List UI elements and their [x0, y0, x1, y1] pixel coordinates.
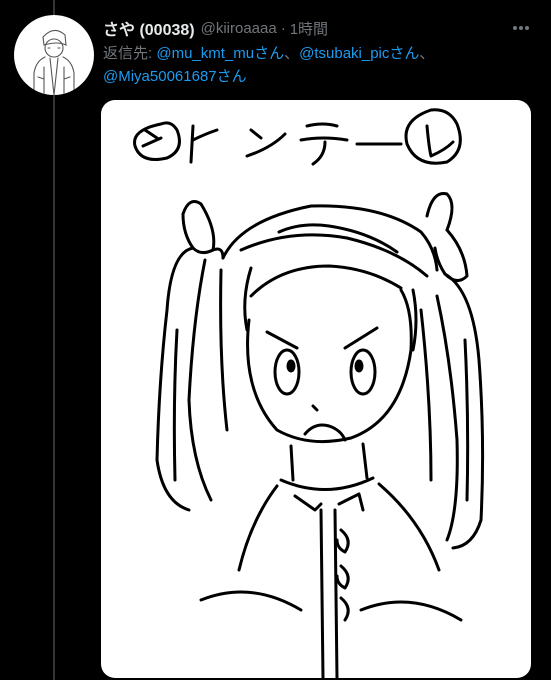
mention-link[interactable]: @mu_kmt_muさん — [156, 45, 284, 62]
dot-separator: · — [280, 19, 286, 37]
tweet-header: さや (00038) @kiiroaaaa · 1時間 — [103, 16, 328, 40]
mention-link[interactable]: @Miya50061687さん — [103, 68, 247, 85]
replying-to-label: 返信先: — [103, 45, 157, 62]
more-options-button[interactable] — [508, 18, 534, 38]
tweet-timestamp[interactable]: 1時間 — [290, 18, 328, 39]
avatar-image — [33, 29, 75, 95]
twintail-drawing — [133, 108, 485, 678]
avatar[interactable] — [14, 15, 94, 95]
mention-separator: 、 — [419, 45, 435, 62]
tweet-media-image[interactable] — [101, 100, 531, 678]
mention-link[interactable]: @tsubaki_picさん — [299, 45, 419, 62]
replying-to: 返信先: @mu_kmt_muさん、@tsubaki_picさん、 @Miya50… — [103, 42, 543, 88]
display-name[interactable]: さや (00038) — [103, 16, 195, 40]
thread-line — [53, 0, 55, 680]
user-handle[interactable]: @kiiroaaaa — [201, 20, 277, 37]
more-horizontal-icon — [513, 26, 529, 30]
mention-separator: 、 — [284, 45, 300, 62]
